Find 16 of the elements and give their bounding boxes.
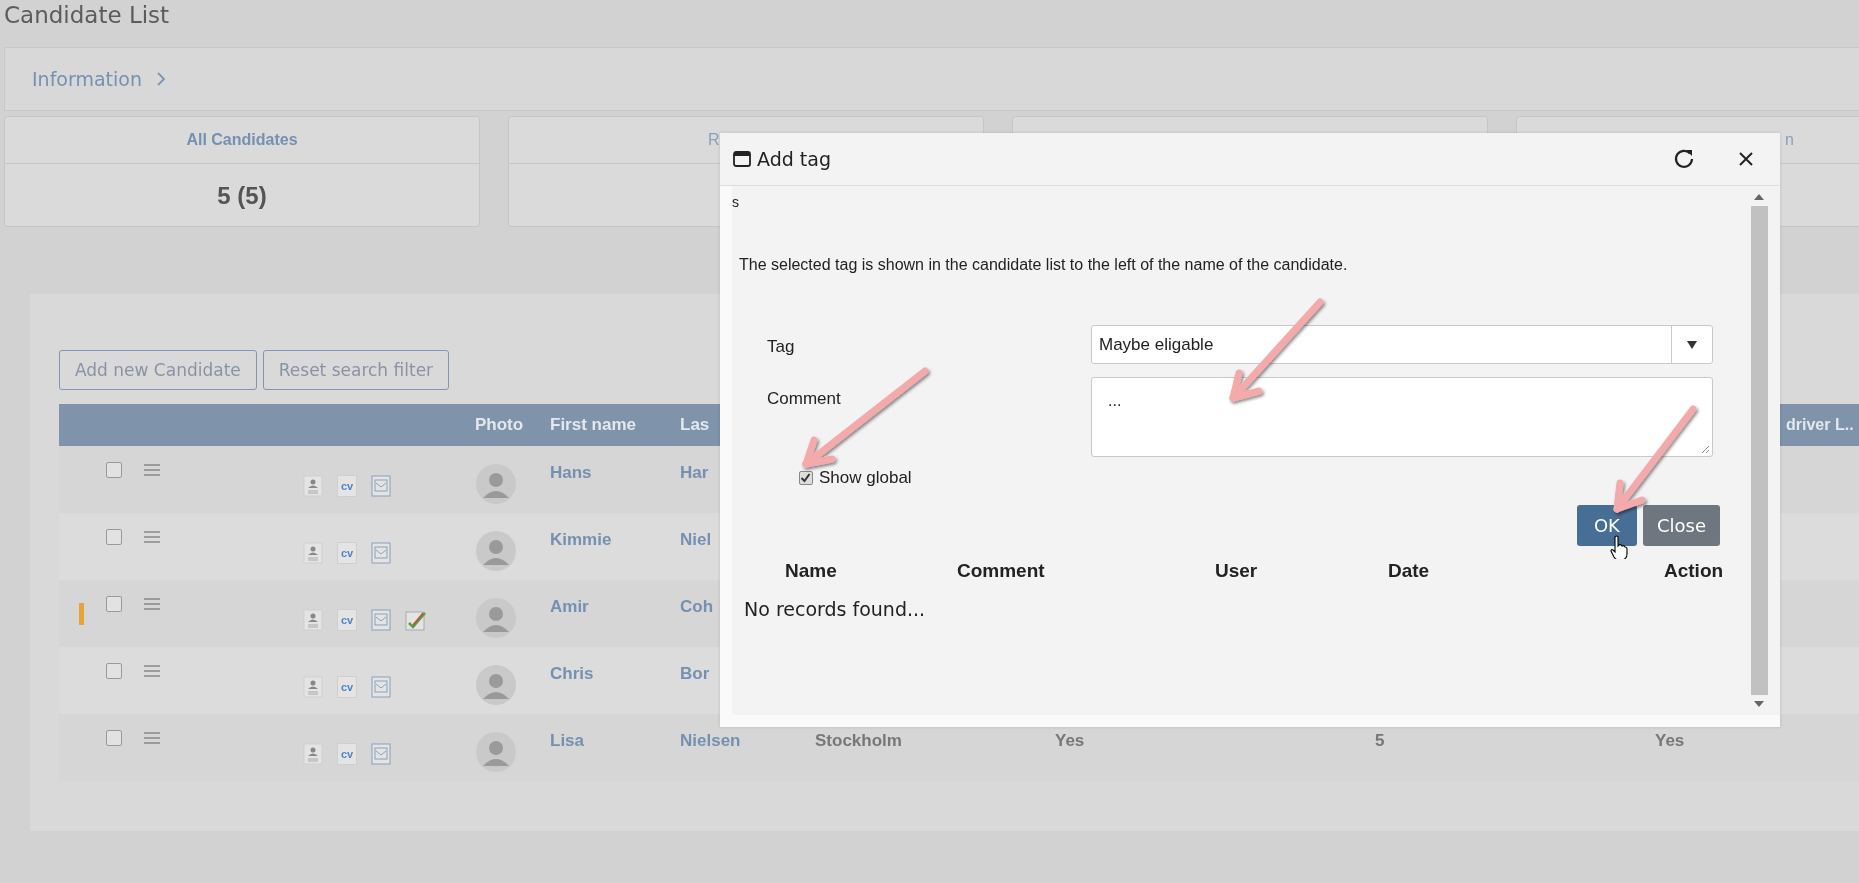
dialog-title: Add tag bbox=[757, 148, 831, 170]
table-cell-text: Stockholm bbox=[814, 730, 903, 751]
checkbox-label: Show global bbox=[819, 468, 912, 488]
page-title: Candidate List bbox=[3, 1, 171, 30]
stray-text: s bbox=[732, 194, 740, 210]
empty-message: No records found... bbox=[744, 598, 926, 620]
field-label: Tag bbox=[767, 337, 795, 357]
table-cell-text: Yes bbox=[1654, 730, 1686, 751]
card-title: R bbox=[708, 131, 720, 149]
dialog-description: The selected tag is shown in the candidate list to the left of the name of the candidate. bbox=[739, 256, 1349, 274]
card-title: n bbox=[1785, 131, 1794, 149]
card-value: 5 (5) bbox=[217, 181, 267, 210]
field-label: Comment bbox=[767, 389, 841, 409]
table-cell-text: 5 bbox=[1374, 730, 1386, 751]
card-title: All Candidates bbox=[186, 131, 298, 149]
table-cell-text: Yes bbox=[1054, 730, 1086, 751]
